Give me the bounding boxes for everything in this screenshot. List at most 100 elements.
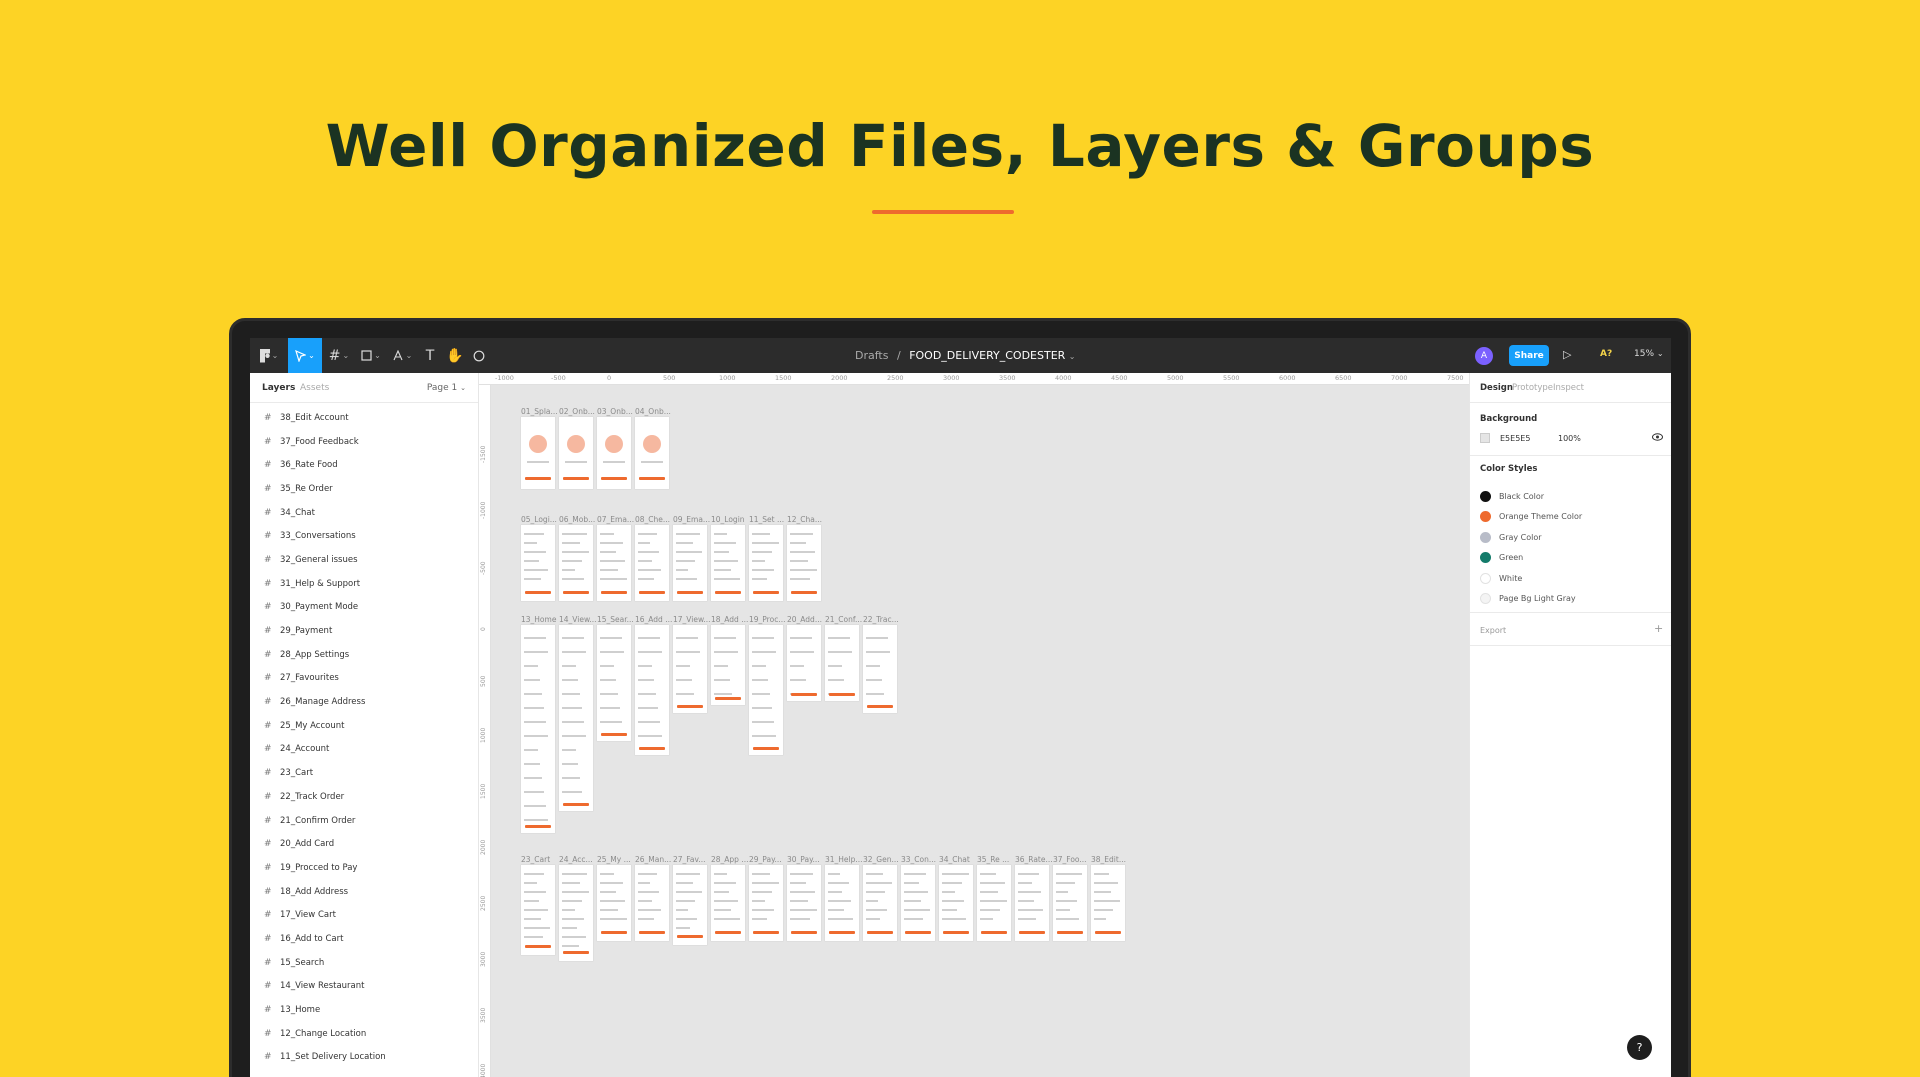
- layer-item[interactable]: #21_Confirm Order: [250, 809, 478, 833]
- screen-frame[interactable]: [749, 625, 783, 755]
- frame-label[interactable]: 13_Home: [521, 615, 556, 624]
- layer-item[interactable]: #14_View Restaurant: [250, 975, 478, 999]
- frame-icon[interactable]: # ⌄: [322, 338, 356, 373]
- layer-item[interactable]: #38_Edit Account: [250, 406, 478, 430]
- comment-icon[interactable]: [462, 338, 496, 373]
- frame-label[interactable]: 25_My ...: [597, 855, 631, 864]
- layer-item[interactable]: #20_Add Card: [250, 832, 478, 856]
- frame-label[interactable]: 08_Che...: [635, 515, 670, 524]
- avatar[interactable]: A: [1475, 347, 1493, 365]
- layer-item[interactable]: #22_Track Order: [250, 785, 478, 809]
- breadcrumb-drafts[interactable]: Drafts: [855, 349, 888, 362]
- frame-label[interactable]: 36_Rate...: [1015, 855, 1053, 864]
- layer-item[interactable]: #32_General issues: [250, 548, 478, 572]
- layer-item[interactable]: #23_Cart: [250, 761, 478, 785]
- eye-icon[interactable]: [1652, 433, 1663, 444]
- frame-label[interactable]: 11_Set ...: [749, 515, 784, 524]
- frame-label[interactable]: 07_Ema...: [597, 515, 634, 524]
- screen-frame[interactable]: [977, 865, 1011, 941]
- frame-label[interactable]: 17_View...: [673, 615, 711, 624]
- screen-frame[interactable]: [635, 417, 669, 489]
- layer-item[interactable]: #37_Food Feedback: [250, 430, 478, 454]
- frame-label[interactable]: 01_Spla...: [521, 407, 558, 416]
- layer-item[interactable]: #30_Payment Mode: [250, 596, 478, 620]
- frame-label[interactable]: 32_Gen...: [863, 855, 899, 864]
- color-style-item[interactable]: Green: [1480, 551, 1523, 565]
- screen-frame[interactable]: [711, 525, 745, 601]
- layer-item[interactable]: #28_App Settings: [250, 643, 478, 667]
- screen-frame[interactable]: [559, 865, 593, 961]
- screen-frame[interactable]: [1091, 865, 1125, 941]
- layer-item[interactable]: #12_Change Location: [250, 1022, 478, 1046]
- frame-label[interactable]: 04_Onb...: [635, 407, 671, 416]
- screen-frame[interactable]: [711, 625, 745, 705]
- frame-label[interactable]: 33_Con...: [901, 855, 936, 864]
- tab-design[interactable]: Design: [1480, 383, 1513, 393]
- screen-frame[interactable]: [597, 625, 631, 741]
- frame-label[interactable]: 21_Conf...: [825, 615, 862, 624]
- frame-label[interactable]: 03_Onb...: [597, 407, 633, 416]
- screen-frame[interactable]: [787, 865, 821, 941]
- layer-item[interactable]: #25_My Account: [250, 714, 478, 738]
- layer-item[interactable]: #36_Rate Food: [250, 453, 478, 477]
- layer-item[interactable]: #29_Payment: [250, 619, 478, 643]
- layer-item[interactable]: #34_Chat: [250, 501, 478, 525]
- file-name[interactable]: FOOD_DELIVERY_CODESTER: [909, 349, 1065, 362]
- screen-frame[interactable]: [635, 865, 669, 941]
- frame-label[interactable]: 23_Cart: [521, 855, 550, 864]
- background-hex[interactable]: E5E5E5: [1500, 434, 1530, 443]
- layer-item[interactable]: #33_Conversations: [250, 524, 478, 548]
- frame-label[interactable]: 28_App ...: [711, 855, 748, 864]
- tab-prototype[interactable]: Prototype: [1512, 383, 1553, 393]
- canvas[interactable]: 01_Spla... 02_Onb... 03_Onb... 04_Onb... 05_…: [491, 385, 1469, 1077]
- screen-frame[interactable]: [559, 417, 593, 489]
- frame-label[interactable]: 20_Add...: [787, 615, 822, 624]
- present-play-icon[interactable]: ▷: [1563, 348, 1571, 361]
- frame-label[interactable]: 10_Login: [711, 515, 745, 524]
- tab-inspect[interactable]: Inspect: [1553, 383, 1584, 393]
- frame-label[interactable]: 22_Trac...: [863, 615, 899, 624]
- screen-frame[interactable]: [521, 865, 555, 955]
- frame-label[interactable]: 06_Mob...: [559, 515, 595, 524]
- frame-label[interactable]: 12_Cha...: [787, 515, 822, 524]
- color-style-item[interactable]: Orange Theme Color: [1480, 510, 1582, 524]
- layer-item[interactable]: #18_Add Address: [250, 880, 478, 904]
- color-style-item[interactable]: Black Color: [1480, 489, 1544, 503]
- screen-frame[interactable]: [901, 865, 935, 941]
- screen-frame[interactable]: [559, 525, 593, 601]
- frame-label[interactable]: 27_Fav...: [673, 855, 706, 864]
- layer-item[interactable]: #19_Procced to Pay: [250, 856, 478, 880]
- layer-item[interactable]: #11_Set Delivery Location: [250, 1046, 478, 1070]
- screen-frame[interactable]: [863, 865, 897, 941]
- frame-label[interactable]: 38_Edit...: [1091, 855, 1126, 864]
- screen-frame[interactable]: [559, 625, 593, 811]
- figma-menu-icon[interactable]: ⌄: [252, 338, 286, 373]
- background-opacity[interactable]: 100%: [1558, 434, 1581, 443]
- layer-item[interactable]: #35_Re Order: [250, 477, 478, 501]
- chevron-down-icon[interactable]: ⌄: [1069, 352, 1076, 361]
- screen-frame[interactable]: [521, 525, 555, 601]
- frame-label[interactable]: 31_Help...: [825, 855, 863, 864]
- layer-item[interactable]: #27_Favourites: [250, 667, 478, 691]
- frame-label[interactable]: 05_Logi...: [521, 515, 557, 524]
- layer-item[interactable]: #24_Account: [250, 738, 478, 762]
- move-icon[interactable]: ⌄: [288, 338, 322, 373]
- frame-label[interactable]: 09_Ema...: [673, 515, 710, 524]
- screen-frame[interactable]: [749, 865, 783, 941]
- page-selector[interactable]: Page 1 ⌄: [427, 383, 466, 393]
- ai-label[interactable]: A?: [1600, 349, 1612, 359]
- frame-label[interactable]: 15_Sear...: [597, 615, 634, 624]
- frame-label[interactable]: 18_Add ...: [711, 615, 748, 624]
- color-style-item[interactable]: Page Bg Light Gray: [1480, 592, 1576, 606]
- screen-frame[interactable]: [673, 525, 707, 601]
- zoom-dropdown[interactable]: 15% ⌄: [1634, 349, 1664, 359]
- screen-frame[interactable]: [825, 865, 859, 941]
- layer-item[interactable]: #15_Search: [250, 951, 478, 975]
- shape-icon[interactable]: ⌄: [354, 338, 388, 373]
- screen-frame[interactable]: [787, 625, 821, 701]
- screen-frame[interactable]: [635, 625, 669, 755]
- frame-label[interactable]: 30_Pay...: [787, 855, 820, 864]
- layer-item[interactable]: #31_Help & Support: [250, 572, 478, 596]
- frame-label[interactable]: 16_Add ...: [635, 615, 672, 624]
- screen-frame[interactable]: [673, 865, 707, 945]
